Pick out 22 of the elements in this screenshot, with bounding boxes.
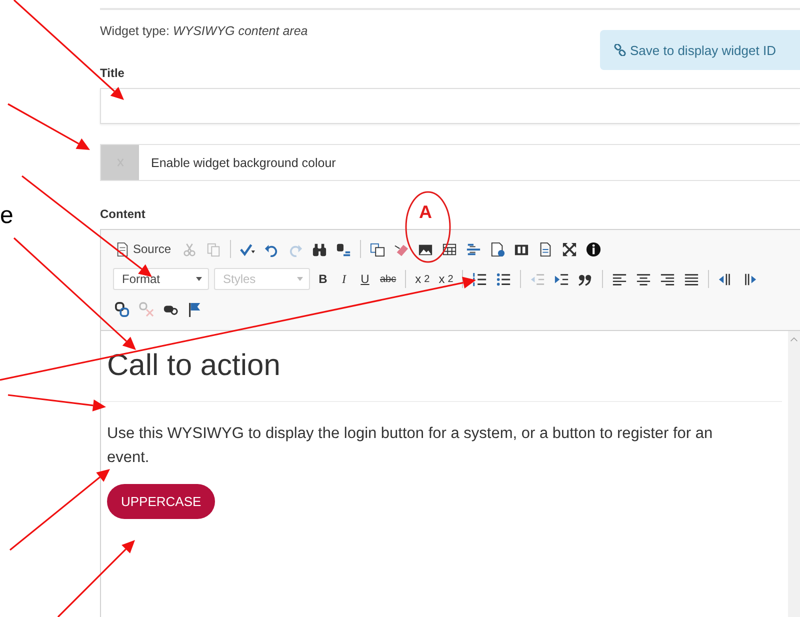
toggle-label: Enable widget background colour [150, 154, 336, 172]
underline-button[interactable]: U [357, 268, 373, 290]
italic-button[interactable]: I [336, 268, 352, 290]
bold-button[interactable]: B [315, 268, 331, 290]
toggle-switch[interactable] [101, 145, 139, 180]
title-field[interactable] [100, 88, 800, 124]
callout-label: A [419, 202, 432, 223]
cta-button[interactable]: UPPERCASE [107, 484, 216, 519]
paragraph: Use this WYSIWYG to display the login button for a system, or a button to register for an event. [107, 424, 714, 468]
widget-type-text: Widget type: WYSIWYG content area [100, 24, 308, 38]
format-dropdown[interactable]: Format [113, 268, 209, 290]
scrollbar[interactable] [788, 331, 800, 617]
heading: Call to action [107, 349, 282, 383]
cut-off-text: e [0, 202, 14, 230]
background-toggle-row[interactable]: Enable widget background colour [100, 144, 800, 181]
content-label: Content [100, 207, 146, 221]
title-label: Title [100, 66, 124, 80]
callout-circle [405, 191, 451, 263]
strike-button[interactable]: abc [378, 268, 398, 290]
link-icon [614, 44, 626, 56]
source-button[interactable]: Source [113, 238, 176, 260]
save-button[interactable]: Save to display widget ID [600, 30, 800, 70]
